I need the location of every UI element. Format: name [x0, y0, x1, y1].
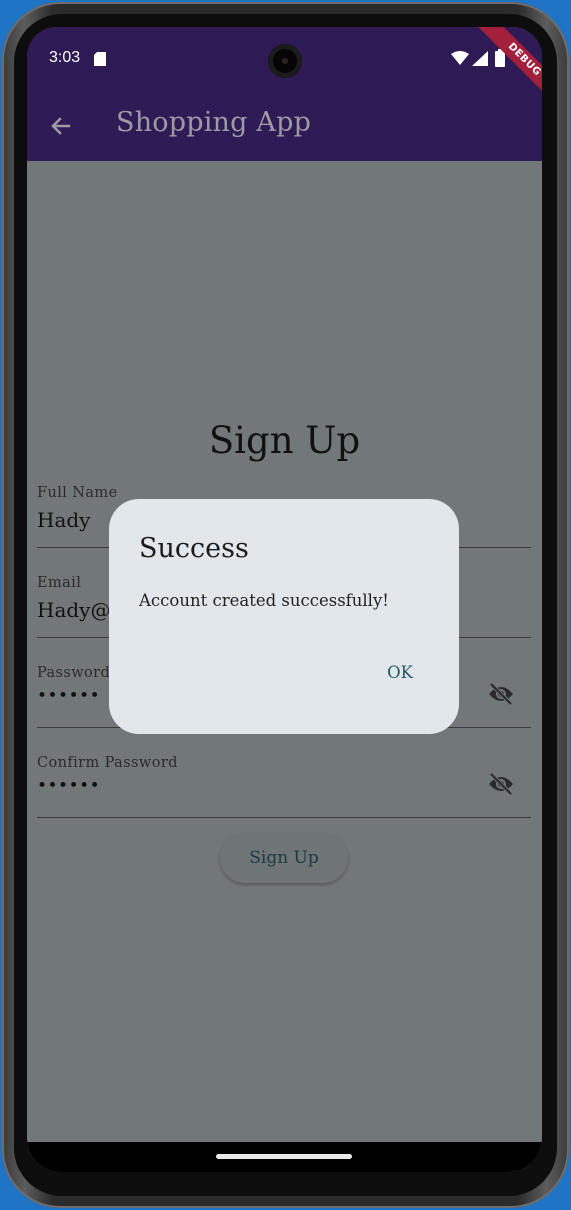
visibility-off-icon[interactable] [487, 682, 515, 706]
back-arrow-icon[interactable] [49, 114, 73, 138]
dialog-message: Account created successfully! [139, 591, 389, 610]
dialog-title: Success [139, 533, 249, 564]
signup-button[interactable]: Sign Up [220, 833, 348, 883]
wifi-icon [451, 51, 469, 65]
signal-icon [472, 51, 488, 66]
system-nav-bar [27, 1142, 542, 1172]
confirm-password-value: •••••• [37, 776, 101, 796]
password-value: •••••• [37, 686, 101, 706]
success-dialog: Success Account created successfully! OK [109, 499, 459, 734]
email-label: Email [37, 575, 82, 591]
signup-heading: Sign Up [208, 419, 361, 462]
app-screen: 3:03 Shopping App Sign Up Full Name Hady… [27, 27, 542, 1172]
front-camera [268, 44, 302, 78]
confirm-password-field[interactable]: Confirm Password •••••• [37, 752, 531, 818]
battery-icon [495, 49, 505, 67]
confirm-password-label: Confirm Password [37, 755, 178, 771]
app-bar: 3:03 Shopping App [27, 27, 542, 161]
visibility-off-icon[interactable] [487, 772, 515, 796]
password-label: Password [37, 665, 111, 681]
status-time: 3:03 [49, 49, 81, 66]
dialog-ok-button[interactable]: OK [387, 663, 413, 682]
home-indicator[interactable] [216, 1154, 352, 1159]
full-name-label: Full Name [37, 485, 118, 501]
sd-card-icon [94, 52, 106, 66]
full-name-value: Hady [37, 508, 91, 532]
app-title: Shopping App [116, 107, 312, 138]
confirm-password-underline [37, 817, 531, 818]
email-value: Hady@ [37, 598, 111, 622]
